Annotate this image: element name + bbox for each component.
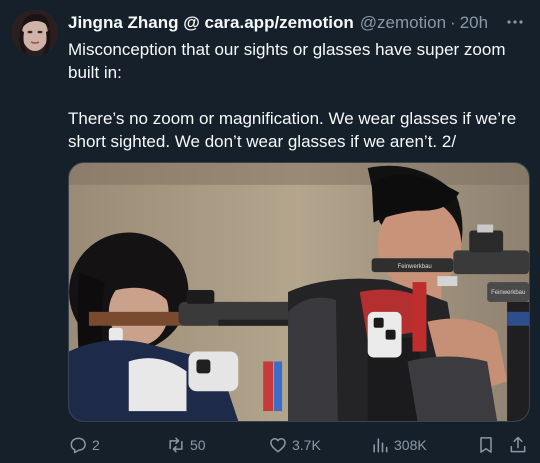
- like-count: 3.7K: [292, 437, 321, 453]
- like-button[interactable]: 3.7K: [268, 434, 321, 456]
- tweet-actions: 2 50 3.7K 308K: [68, 434, 530, 456]
- reply-button[interactable]: 2: [68, 434, 100, 456]
- tweet-paragraph: There’s no zoom or magnification. We wea…: [68, 109, 517, 151]
- repost-count: 50: [190, 437, 206, 453]
- shooters-photo: Feinwerkbau Feinwerkbau: [69, 163, 529, 421]
- share-icon: [510, 436, 526, 453]
- tweet-header: Jingna Zhang @ cara.app/zemotion @zemoti…: [68, 12, 526, 34]
- tweet-photo[interactable]: Feinwerkbau Feinwerkbau: [68, 162, 530, 422]
- reply-count: 2: [92, 437, 100, 453]
- rifle-brand-label: Feinwerkbau: [398, 264, 432, 270]
- views-button[interactable]: 308K: [370, 434, 427, 456]
- profile-photo-icon: [12, 10, 58, 56]
- author-name[interactable]: Jingna Zhang @ cara.app/zemotion: [68, 13, 354, 33]
- share-button[interactable]: [508, 434, 532, 456]
- repost-icon: [169, 437, 183, 453]
- timestamp[interactable]: 20h: [460, 13, 488, 33]
- more-options-button[interactable]: [504, 13, 526, 31]
- bookmark-icon: [480, 437, 492, 453]
- author-handle[interactable]: @zemotion: [360, 13, 446, 33]
- heart-icon: [270, 438, 286, 453]
- tweet-text: Misconception that our sights or glasses…: [68, 38, 528, 153]
- views-chart-icon: [373, 438, 388, 453]
- tweet-paragraph: Misconception that our sights or glasses…: [68, 40, 506, 82]
- bookmark-button[interactable]: [476, 434, 500, 456]
- view-count: 308K: [394, 437, 427, 453]
- more-horizontal-icon: [507, 20, 523, 24]
- separator: ·: [450, 13, 456, 32]
- rifle-brand-label: Feinwerkbau: [491, 290, 525, 296]
- reply-icon: [70, 437, 86, 454]
- avatar[interactable]: [12, 10, 58, 56]
- repost-button[interactable]: 50: [166, 434, 206, 456]
